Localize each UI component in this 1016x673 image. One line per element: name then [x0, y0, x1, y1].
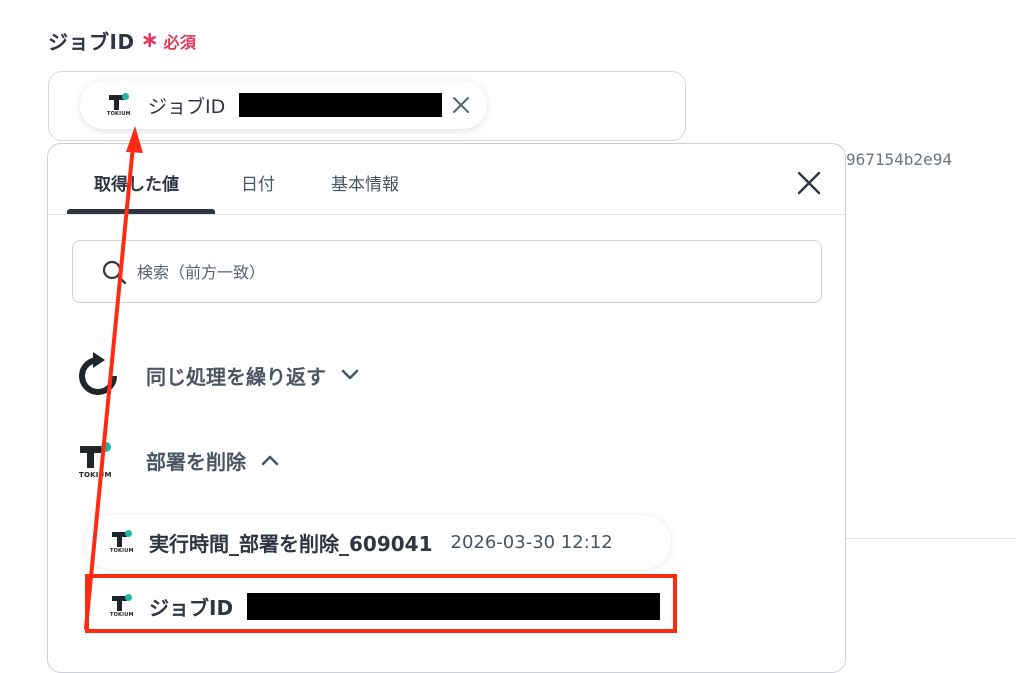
active-tab-indicator: [67, 209, 215, 214]
field-label-text: ジョブID: [48, 30, 135, 54]
field-label: ジョブID ∗ 必須: [48, 26, 197, 55]
background-divider: [846, 538, 1016, 539]
section-title: 部署を削除: [146, 449, 246, 474]
chip-remove-icon[interactable]: [450, 94, 472, 116]
tab-acquired-values[interactable]: 取得した値: [94, 170, 179, 195]
logo-wordmark: TOKIUM: [110, 548, 134, 554]
redacted-value: [247, 592, 661, 620]
chevron-down-icon: [341, 369, 359, 380]
result-item-job-id[interactable]: TOKIUM ジョブID: [85, 579, 671, 633]
section-title: 同じ処理を繰り返す: [146, 364, 326, 389]
tokium-logo-icon: TOKIUM: [78, 440, 118, 480]
search-icon: [102, 260, 127, 285]
chevron-up-icon: [261, 455, 279, 466]
required-text: 必須: [163, 32, 197, 52]
result-label: 実行時間_部署を削除_609041: [149, 531, 433, 556]
background-hash-text: 967154b2e94: [846, 150, 952, 169]
close-icon[interactable]: [794, 168, 824, 198]
logo-wordmark: TOKIUM: [79, 471, 112, 479]
logo-wordmark: TOKIUM: [107, 111, 131, 117]
selected-value-chip[interactable]: TOKIUM ジョブID: [80, 81, 487, 129]
result-value: 2026-03-30 12:12: [450, 531, 613, 553]
value-picker-panel: 取得した値 日付 基本情報 同じ処理を繰り返す TOKIUM 部署を削除: [47, 143, 846, 673]
tab-date[interactable]: 日付: [241, 170, 275, 195]
tokium-logo-icon: TOKIUM: [107, 93, 134, 117]
search-box: [72, 240, 822, 304]
chip-label: ジョブID: [148, 95, 226, 118]
redacted-value: [239, 93, 443, 117]
logo-wordmark: TOKIUM: [110, 612, 134, 618]
result-label: ジョブID: [149, 595, 234, 620]
tab-basic-info[interactable]: 基本情報: [331, 170, 399, 195]
tokium-logo-icon: TOKIUM: [110, 594, 137, 618]
result-item-execution-time[interactable]: TOKIUM 実行時間_部署を削除_609041 2026-03-30 12:1…: [85, 515, 671, 569]
required-asterisk: ∗: [140, 27, 160, 53]
tab-bar: 取得した値 日付 基本情報: [48, 144, 845, 215]
section-delete-department[interactable]: TOKIUM 部署を削除: [78, 440, 280, 480]
tokium-logo-icon: TOKIUM: [110, 530, 137, 554]
section-loop[interactable]: 同じ処理を繰り返す: [78, 350, 360, 400]
search-input[interactable]: [135, 241, 809, 304]
loop-icon: [79, 352, 117, 395]
